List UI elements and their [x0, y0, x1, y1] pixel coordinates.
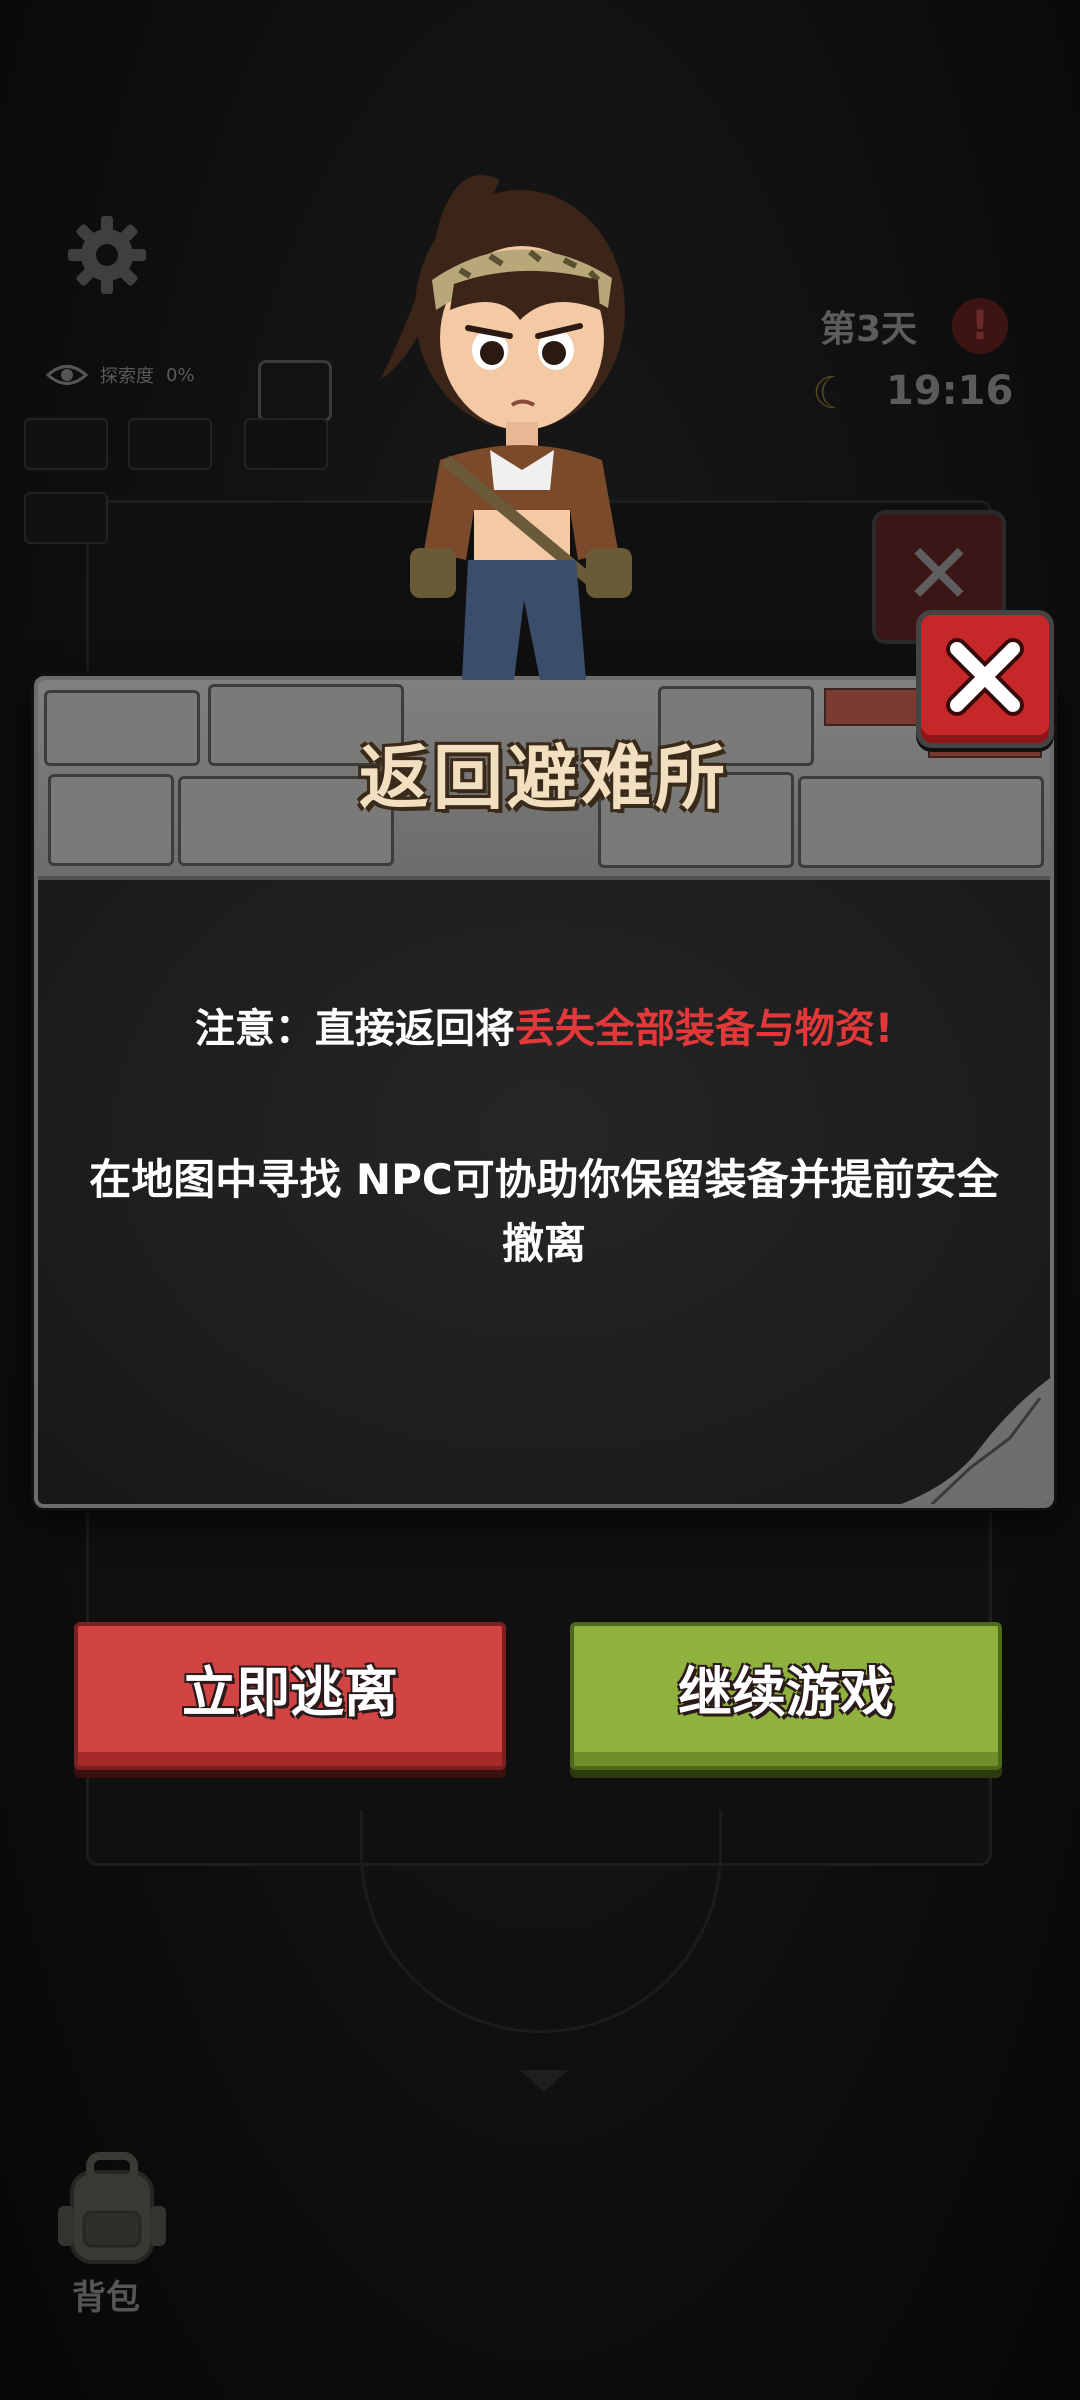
inventory-slot [128, 418, 212, 470]
backpack-label: 背包 [72, 2278, 140, 2318]
return-shelter-dialog: 返回避难所 注意：直接返回将丢失全部装备与物资! 在地图中寻找 NPC可协助你保… [34, 676, 1054, 1508]
explore-label: 探索度 [100, 366, 154, 387]
warning-message: 注意：直接返回将丢失全部装备与物资! [38, 996, 1050, 1054]
warning-highlight: 丢失全部装备与物资! [514, 1006, 894, 1052]
inventory-slot [24, 418, 108, 470]
brick-decoration [824, 688, 928, 726]
moon-icon: ☾ [812, 368, 852, 419]
eye-icon [46, 365, 88, 385]
explore-value: 0% [166, 364, 195, 386]
day-label: 第3天 [820, 309, 918, 350]
exploration-indicator: 探索度 0% [46, 362, 195, 388]
alert-icon: ! [952, 298, 1008, 354]
game-clock: 19:16 [886, 368, 1014, 414]
escape-now-button[interactable]: 立即逃离 [74, 1622, 506, 1770]
npc-hint-text: 在地图中寻找 NPC可协助你保留装备并提前安全撤离 [89, 1155, 999, 1268]
gear-icon [68, 216, 146, 294]
backpack-icon[interactable] [52, 2150, 172, 2268]
inventory-slot [244, 418, 328, 470]
chevron-down-icon [520, 2070, 568, 2092]
close-icon [946, 638, 1024, 716]
survivor-character-image [380, 175, 632, 680]
dialog-title: 返回避难所 [359, 737, 729, 819]
dialog-body: 注意：直接返回将丢失全部装备与物资! 在地图中寻找 NPC可协助你保留装备并提前… [38, 876, 1050, 1504]
day-counter: 第3天 [820, 300, 917, 352]
inventory-slot [24, 492, 108, 544]
continue-game-button[interactable]: 继续游戏 [570, 1622, 1002, 1770]
warning-prefix: 注意：直接返回将 [194, 1006, 515, 1052]
cracked-corner-decoration [901, 1378, 1050, 1504]
close-button[interactable] [916, 610, 1054, 748]
exit-door-icon [258, 360, 332, 422]
